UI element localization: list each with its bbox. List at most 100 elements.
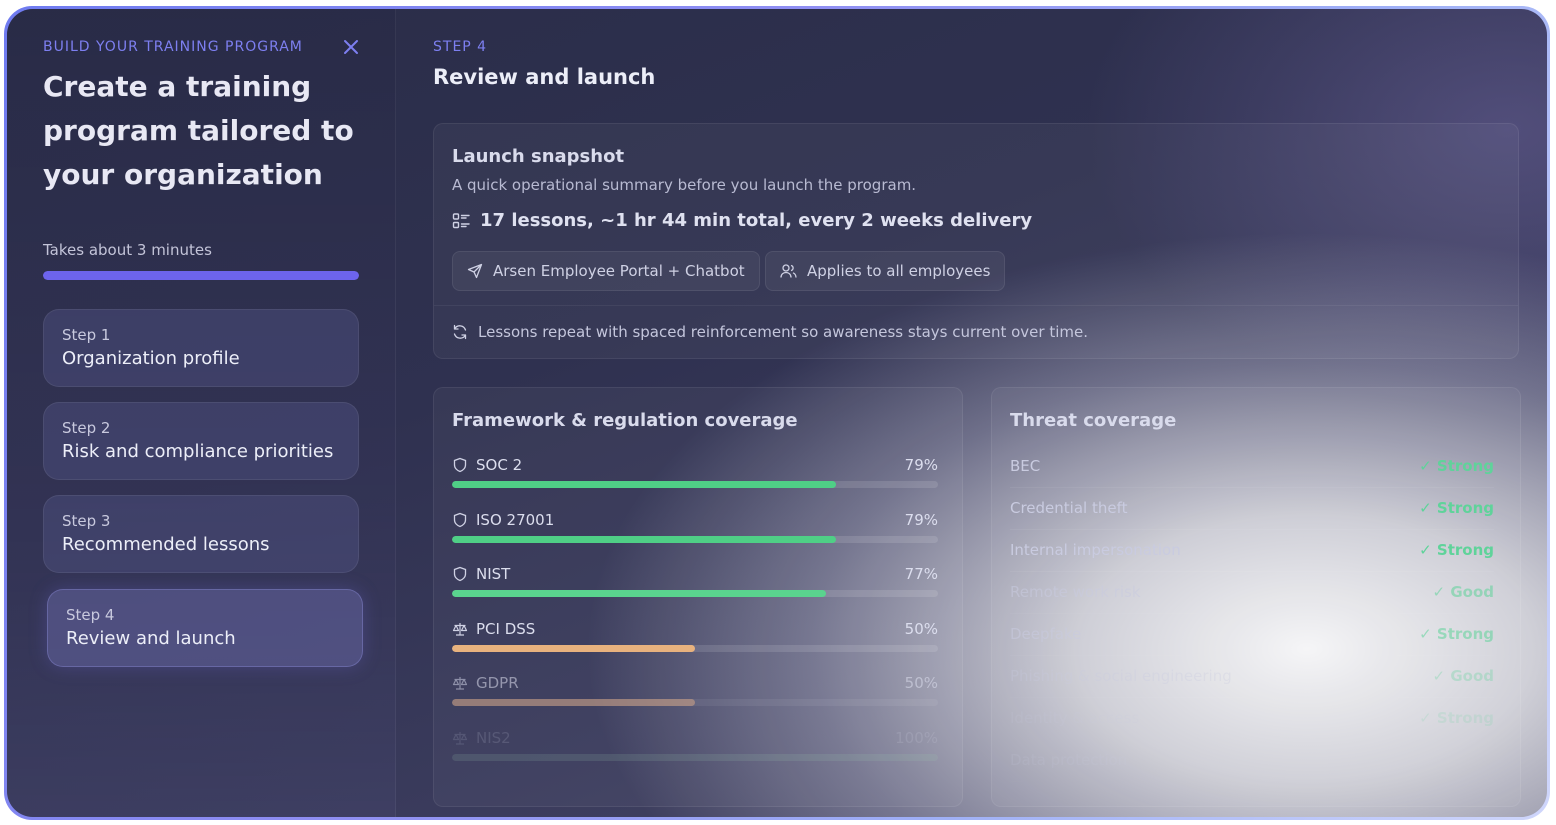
main-content: STEP 4 Review and launch Launch snapshot… bbox=[395, 9, 1547, 817]
close-icon bbox=[344, 40, 358, 54]
audience-chip: Applies to all employees bbox=[765, 251, 1006, 291]
framework-name: NIST bbox=[476, 565, 511, 584]
progress-bar bbox=[43, 271, 359, 280]
threat-row: Deepfake ✓ Strong bbox=[1010, 613, 1494, 656]
framework-label: NIST bbox=[452, 563, 938, 585]
progress-fill bbox=[43, 271, 359, 280]
framework-name: SOC 2 bbox=[476, 456, 523, 474]
send-icon bbox=[467, 263, 483, 279]
threat-row: Credential theft ✓ Strong bbox=[1010, 487, 1494, 530]
threat-row: Identity & access ✓ Strong bbox=[1010, 697, 1494, 740]
step-name: Review and launch bbox=[66, 628, 236, 649]
coverage-bar bbox=[452, 481, 938, 488]
framework-name: GDPR bbox=[476, 674, 519, 693]
framework-name: NIS2 bbox=[476, 729, 511, 747]
coverage-fill bbox=[452, 590, 827, 598]
snapshot-subtitle: A quick operational summary before you l… bbox=[452, 176, 917, 194]
refresh-icon bbox=[453, 324, 467, 339]
step-name: Recommended lessons bbox=[62, 534, 270, 555]
list-icon bbox=[452, 212, 470, 228]
window-frame: BUILD YOUR TRAINING PROGRAM Create a tra… bbox=[4, 6, 1550, 820]
close-button[interactable] bbox=[339, 35, 363, 59]
framework-percent: 79% bbox=[904, 510, 938, 529]
step-4-card[interactable]: Step 4 Review and launch bbox=[47, 589, 363, 667]
framework-percent: 79% bbox=[904, 456, 938, 474]
framework-label: ISO 27001 bbox=[452, 509, 938, 531]
threat-status: ✓ Strong bbox=[1419, 625, 1494, 643]
note-text: Lessons repeat with spaced reinforcement… bbox=[478, 322, 1088, 341]
step-number: Step 2 bbox=[62, 419, 111, 437]
framework-coverage-panel: Framework & regulation coverage SOC 2 79%… bbox=[433, 387, 963, 807]
step-1-card[interactable]: Step 1 Organization profile bbox=[43, 309, 359, 387]
scale-icon bbox=[452, 622, 468, 636]
step-eyebrow: STEP 4 bbox=[433, 39, 488, 55]
coverage-fill bbox=[452, 535, 836, 543]
threat-coverage-panel: Threat coverage BEC ✓ Strong Credential th… bbox=[991, 387, 1521, 807]
framework-label: GDPR bbox=[452, 672, 938, 694]
coverage-bar bbox=[452, 699, 938, 707]
snapshot-summary: 17 lessons, ~1 hr 44 min total, every 2 … bbox=[452, 210, 1032, 231]
step-number: Step 1 bbox=[62, 326, 111, 344]
threat-status: ✓ Strong bbox=[1419, 457, 1494, 475]
framework-percent: 100% bbox=[895, 729, 938, 747]
threat-name: Internal impersonation bbox=[1010, 541, 1181, 559]
coverage-bar bbox=[452, 535, 938, 543]
summary-text: 17 lessons, ~1 hr 44 min total, every 2 … bbox=[480, 210, 1033, 231]
framework-percent: 50% bbox=[904, 619, 938, 638]
coverage-fill bbox=[452, 644, 695, 652]
coverage-fill bbox=[452, 699, 695, 707]
step-number: Step 4 bbox=[66, 606, 115, 624]
launch-snapshot-panel: Launch snapshot A quick operational summ… bbox=[433, 123, 1519, 359]
threat-status: ✓ Good bbox=[1432, 583, 1494, 601]
framework-row: NIS2 100% bbox=[452, 727, 938, 771]
coverage-bar bbox=[452, 754, 938, 761]
shield-icon bbox=[453, 566, 467, 582]
audience-text: Applies to all employees bbox=[807, 262, 991, 280]
framework-row: PCI DSS 50% bbox=[452, 618, 938, 662]
users-icon bbox=[780, 264, 797, 278]
framework-title: Framework & regulation coverage bbox=[452, 410, 798, 431]
snapshot-title: Launch snapshot bbox=[452, 146, 625, 167]
channel-chip: Arsen Employee Portal + Chatbot bbox=[452, 251, 760, 291]
threat-status: ✓ Strong bbox=[1419, 709, 1494, 727]
threat-name: Remote work risk bbox=[1010, 583, 1141, 601]
framework-row: SOC 2 79% bbox=[452, 454, 938, 498]
threat-name: Data protection bbox=[1010, 751, 1128, 769]
framework-label: SOC 2 bbox=[452, 454, 938, 476]
threat-row: Remote work risk ✓ Good bbox=[1010, 571, 1494, 614]
threat-row: BEC ✓ Strong bbox=[1010, 445, 1494, 488]
threat-row: Data protection bbox=[1010, 739, 1494, 782]
shield-icon bbox=[453, 457, 467, 473]
training-program-dialog: BUILD YOUR TRAINING PROGRAM Create a tra… bbox=[7, 9, 1547, 817]
shield-icon bbox=[453, 512, 467, 527]
framework-label: PCI DSS bbox=[452, 618, 938, 640]
threat-name: Deepfake bbox=[1010, 625, 1082, 643]
scale-icon bbox=[452, 732, 468, 745]
sidebar-eyebrow: BUILD YOUR TRAINING PROGRAM bbox=[43, 39, 303, 55]
threat-name: Identity & access bbox=[1010, 709, 1140, 727]
threat-status: ✓ Strong bbox=[1419, 541, 1494, 559]
step-3-card[interactable]: Step 3 Recommended lessons bbox=[43, 495, 359, 573]
threat-row: Phishing & social engineering ✓ Good bbox=[1010, 655, 1494, 698]
page-title: Review and launch bbox=[433, 65, 656, 89]
channel-text: Arsen Employee Portal + Chatbot bbox=[493, 262, 745, 280]
coverage-fill bbox=[452, 481, 836, 488]
framework-percent: 77% bbox=[904, 565, 938, 584]
threat-status: ✓ Good bbox=[1432, 667, 1494, 685]
framework-row: GDPR 50% bbox=[452, 672, 938, 716]
threat-status: ✓ Strong bbox=[1419, 499, 1494, 517]
sidebar: BUILD YOUR TRAINING PROGRAM Create a tra… bbox=[7, 9, 396, 817]
step-2-card[interactable]: Step 2 Risk and compliance priorities bbox=[43, 402, 359, 480]
step-name: Risk and compliance priorities bbox=[62, 441, 334, 462]
coverage-fill bbox=[452, 754, 938, 761]
scale-icon bbox=[452, 677, 468, 690]
coverage-bar bbox=[452, 590, 938, 598]
threat-name: Phishing & social engineering bbox=[1010, 667, 1232, 685]
duration-label: Takes about 3 minutes bbox=[43, 241, 212, 259]
sidebar-title: Create a training program tailored to yo… bbox=[43, 70, 354, 191]
step-number: Step 3 bbox=[62, 512, 111, 530]
reinforcement-note: Lessons repeat with spaced reinforcement… bbox=[434, 305, 1518, 357]
framework-row: NIST 77% bbox=[452, 563, 938, 607]
threat-name: Credential theft bbox=[1010, 499, 1128, 517]
threat-title: Threat coverage bbox=[1010, 410, 1177, 431]
